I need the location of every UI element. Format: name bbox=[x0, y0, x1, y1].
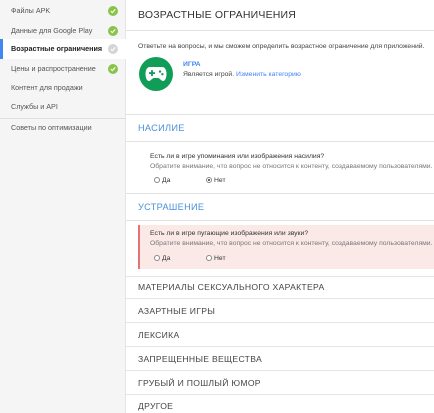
change-category-link[interactable]: Изменить категорию bbox=[236, 71, 301, 78]
radio-icon bbox=[154, 177, 160, 183]
section-divider bbox=[126, 394, 434, 395]
intro-text: Ответьте на вопросы, и мы сможем определ… bbox=[138, 43, 425, 50]
radio-icon bbox=[154, 255, 160, 261]
radio-icon bbox=[206, 255, 212, 261]
section-sexual-content[interactable]: МАТЕРИАЛЫ СЕКСУАЛЬНОГО ХАРАКТЕРА bbox=[138, 282, 324, 292]
page-title: ВОЗРАСТНЫЕ ОГРАНИЧЕНИЯ bbox=[138, 9, 297, 21]
sidebar-item-label: Службы и API bbox=[11, 102, 58, 111]
check-icon bbox=[108, 44, 118, 54]
section-heading-violence[interactable]: НАСИЛИЕ bbox=[138, 123, 185, 133]
fear-no-radio[interactable]: Нет bbox=[206, 255, 226, 262]
radio-label: Да bbox=[162, 255, 171, 262]
section-gambling[interactable]: АЗАРТНЫЕ ИГРЫ bbox=[138, 306, 215, 316]
violence-note: Обратите внимание, что вопрос не относит… bbox=[150, 163, 433, 170]
fear-question: Есть ли в игре пугающие изображения или … bbox=[150, 230, 309, 237]
fear-note: Обратите внимание, что вопрос не относит… bbox=[150, 240, 433, 247]
section-divider bbox=[126, 276, 434, 277]
sidebar-item-store-listing[interactable]: Данные для Google Play bbox=[0, 21, 126, 41]
fear-yes-radio[interactable]: Да bbox=[154, 255, 170, 262]
violence-yes-radio[interactable]: Да bbox=[154, 177, 170, 184]
sidebar-item-services-api[interactable]: Службы и API bbox=[0, 97, 126, 117]
section-divider bbox=[126, 322, 434, 323]
section-divider bbox=[126, 193, 434, 194]
violence-no-radio[interactable]: Нет bbox=[206, 177, 226, 184]
gamepad-icon bbox=[139, 57, 173, 91]
main-content: ВОЗРАСТНЫЕ ОГРАНИЧЕНИЯ Ответьте на вопро… bbox=[126, 0, 434, 413]
radio-selected-icon bbox=[206, 177, 212, 183]
section-divider bbox=[126, 220, 434, 221]
section-crude-humor[interactable]: ГРУБЫЙ И ПОШЛЫЙ ЮМОР bbox=[138, 378, 261, 388]
section-divider bbox=[126, 298, 434, 299]
sidebar-item-in-app-products[interactable]: Контент для продажи bbox=[0, 78, 126, 98]
section-divider bbox=[126, 370, 434, 371]
sidebar-item-label: Советы по оптимизации bbox=[11, 123, 92, 132]
radio-label: Да bbox=[162, 177, 171, 184]
radio-label: Нет bbox=[214, 177, 226, 184]
sidebar-item-label: Контент для продажи bbox=[11, 83, 83, 92]
title-divider bbox=[126, 30, 434, 31]
sidebar-item-apk-files[interactable]: Файлы APK bbox=[0, 1, 126, 21]
category-desc-text: Является игрой. bbox=[183, 71, 235, 78]
check-icon bbox=[108, 6, 118, 16]
sidebar: Файлы APK Данные для Google Play Возраст… bbox=[0, 0, 126, 413]
sidebar-item-content-rating[interactable]: Возрастные ограничения bbox=[0, 39, 126, 59]
sidebar-item-label: Данные для Google Play bbox=[11, 26, 93, 35]
sidebar-item-pricing[interactable]: Цены и распространение bbox=[0, 59, 126, 79]
sidebar-item-label: Возрастные ограничения bbox=[11, 44, 103, 53]
check-icon bbox=[108, 64, 118, 74]
section-divider bbox=[126, 114, 434, 115]
section-controlled-substances[interactable]: ЗАПРЕЩЕННЫЕ ВЕЩЕСТВА bbox=[138, 354, 262, 364]
category-name: ИГРА bbox=[183, 61, 201, 68]
section-divider bbox=[126, 346, 434, 347]
section-heading-fear[interactable]: УСТРАШЕНИЕ bbox=[138, 202, 204, 212]
sidebar-item-label: Цены и распространение bbox=[11, 64, 96, 73]
violence-question: Есть ли в игре упоминания или изображени… bbox=[150, 153, 325, 160]
section-other[interactable]: ДРУГОЕ bbox=[138, 401, 173, 411]
sidebar-item-optimization-tips[interactable]: Советы по оптимизации bbox=[0, 118, 126, 138]
category-description: Является игрой. Изменить категорию bbox=[183, 71, 301, 78]
sidebar-item-label: Файлы APK bbox=[11, 6, 51, 15]
section-divider bbox=[126, 141, 434, 142]
radio-label: Нет bbox=[214, 255, 226, 262]
check-icon bbox=[108, 26, 118, 36]
section-language[interactable]: ЛЕКСИКА bbox=[138, 330, 180, 340]
